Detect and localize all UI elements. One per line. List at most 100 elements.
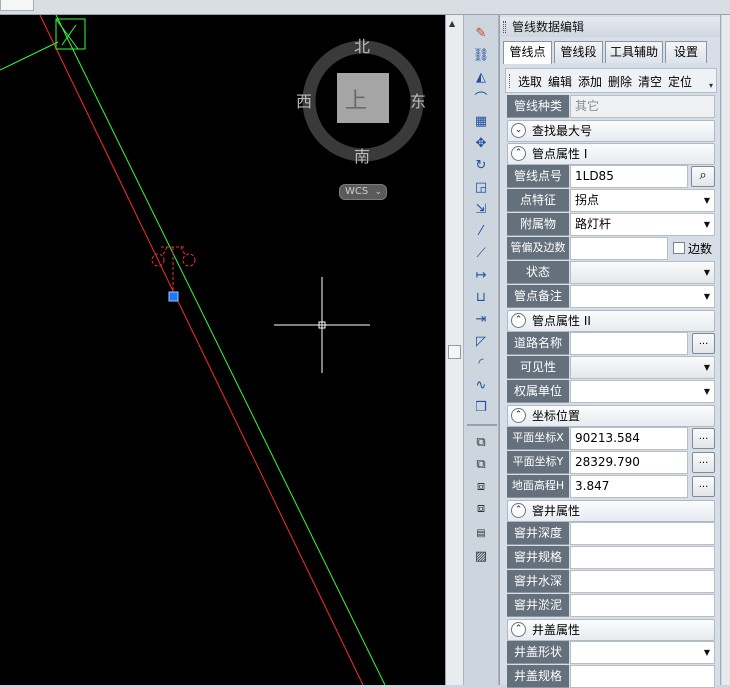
feature-select[interactable]: 拐点 ▼ [570,189,715,212]
tab-tool-assist[interactable]: 工具辅助 [605,41,663,63]
tab-pipe-point[interactable]: 管线点 [503,41,552,64]
pipe-point-no-input[interactable]: 1LD85 [570,165,688,188]
cover-shape-row: 井盖形状 ▼ [507,641,715,664]
sides-checkbox[interactable] [673,242,685,254]
section-label: 坐标位置 [532,409,581,423]
owner-select[interactable]: ▼ [570,380,715,403]
magnifier-search-icon[interactable]: ⌕ [691,166,715,187]
chamfer-icon[interactable]: ◸ [471,332,491,350]
road-name-input[interactable] [570,332,688,355]
mirror-icon[interactable]: ◭ [471,68,491,86]
extend-icon[interactable]: ⟋ [471,244,491,262]
well-water-input[interactable] [570,570,715,593]
note-row: 管点备注 ▼ [507,285,715,308]
tab-settings[interactable]: 设置 [665,41,707,63]
coord-x-input[interactable]: 90213.584 [570,427,688,450]
array-icon[interactable]: ▦ [471,112,491,130]
status-select[interactable]: ▼ [570,261,715,284]
grip-icon[interactable] [509,74,511,88]
trim-icon[interactable]: ⁄ [471,222,491,240]
break-at-point-icon[interactable]: ↦ [471,266,491,284]
section-well-attr[interactable]: ⌃ 窨井属性 [507,500,715,522]
scroll-up-icon[interactable]: ▲ [449,19,455,28]
viewcube-compass[interactable]: 北 南 西 东 上 [296,33,426,193]
compass-top-face[interactable]: 上 [345,83,367,115]
selected-grip [168,291,179,302]
attachment-select[interactable]: 路灯杆 ▼ [570,213,715,236]
delete-button[interactable]: 删除 [608,73,632,90]
road-name-browse-button[interactable]: ... [692,333,715,354]
cover-shape-select[interactable]: ▼ [570,641,715,664]
edit-button[interactable]: 编辑 [548,73,572,90]
offset-icon[interactable]: ⌒ [471,90,491,108]
send-under-icon[interactable]: ⧈ [471,499,491,517]
section-cover-attr[interactable]: ⌃ 井盖属性 [507,619,715,641]
wcs-label: WCS [345,186,369,197]
coord-y-input[interactable]: 28329.790 [570,451,688,474]
chevron-up-icon: ⌃ [511,313,526,328]
link-icon[interactable]: ⛓ [471,46,491,64]
section-point-attr-2[interactable]: ⌃ 管点属性 II [507,310,715,332]
elevation-browse-button[interactable]: ... [692,476,715,497]
well-depth-label: 窨井深度 [507,522,569,545]
pipe-type-row: 管线种类 其它 [507,95,715,118]
tab-pipe-segment[interactable]: 管线段 [554,41,603,63]
scale-icon[interactable]: ◲ [471,178,491,196]
offset-label: 管偏及边数 [507,237,569,260]
elevation-input[interactable]: 3.847 [570,475,688,498]
spline-icon[interactable]: ∿ [471,376,491,394]
select-button[interactable]: 选取 [518,73,542,90]
dropdown-arrow-icon: ▼ [703,196,710,205]
well-silt-input[interactable] [570,594,715,617]
clear-button[interactable]: 清空 [638,73,662,90]
dropdown-arrow-icon: ▼ [703,220,710,229]
panel-tabs: 管线点 管线段 工具辅助 设置 [503,41,719,64]
well-spec-input[interactable] [570,546,715,569]
drawing-canvas[interactable]: 北 南 西 东 上 WCS ⌄ [0,15,445,685]
stretch-icon[interactable]: ⇲ [471,200,491,218]
compass-west-label[interactable]: 西 [296,88,312,112]
brush-icon[interactable]: ✎ [471,24,491,42]
panel-scrollbar[interactable] [720,15,730,685]
break-icon[interactable]: ⊔ [471,288,491,306]
draw-order-back-icon[interactable]: ⧉ [471,455,491,473]
dropdown-arrow-icon: ▼ [703,648,710,657]
dropdown-arrow-icon: ▼ [703,363,710,372]
add-button[interactable]: 添加 [578,73,602,90]
chevron-down-icon[interactable]: ▾ [709,81,713,90]
panel-title: 管线数据编辑 [512,20,585,34]
canvas-scrollbar[interactable]: ▲ [445,15,463,685]
join-icon[interactable]: ⇥ [471,310,491,328]
find-max-section[interactable]: ⌄ 查找最大号 [507,120,715,142]
window-tab[interactable] [0,0,34,11]
wcs-menu-button[interactable]: WCS ⌄ [339,184,387,200]
well-depth-input[interactable] [570,522,715,545]
move-icon[interactable]: ✥ [471,134,491,152]
explode-icon[interactable]: ❒ [471,398,491,416]
fillet-icon[interactable]: ◜ [471,354,491,372]
sides-checkbox-label: 边数 [688,242,713,256]
owner-row: 权属单位 ▼ [507,380,715,403]
bring-above-icon[interactable]: ⧈ [471,477,491,495]
hatch-to-back-icon[interactable]: ▨ [471,547,491,565]
panel-title-bar[interactable]: 管线数据编辑 [500,17,721,37]
section-coordinates[interactable]: ⌃ 坐标位置 [507,405,715,427]
section-point-attr-1[interactable]: ⌃ 管点属性 I [507,143,715,165]
coord-y-browse-button[interactable]: ... [692,452,715,473]
panel-scroll-track[interactable] [722,15,730,685]
offset-input[interactable] [570,237,668,260]
coord-x-browse-button[interactable]: ... [692,428,715,449]
compass-south-label[interactable]: 南 [354,143,370,167]
locate-button[interactable]: 定位 [668,73,692,90]
draw-order-front-icon[interactable]: ⧉ [471,433,491,451]
feature-row: 点特征 拐点 ▼ [507,189,715,212]
scroll-thumb[interactable] [448,345,461,359]
compass-east-label[interactable]: 东 [410,88,426,112]
section-label: 井盖属性 [532,623,581,637]
compass-north-label[interactable]: 北 [354,33,370,57]
note-select[interactable]: ▼ [570,285,715,308]
text-to-front-icon[interactable]: ▤ [471,525,491,543]
rotate-icon[interactable]: ↻ [471,156,491,174]
visibility-select[interactable]: ▼ [570,356,715,379]
grip-icon[interactable] [503,21,506,33]
